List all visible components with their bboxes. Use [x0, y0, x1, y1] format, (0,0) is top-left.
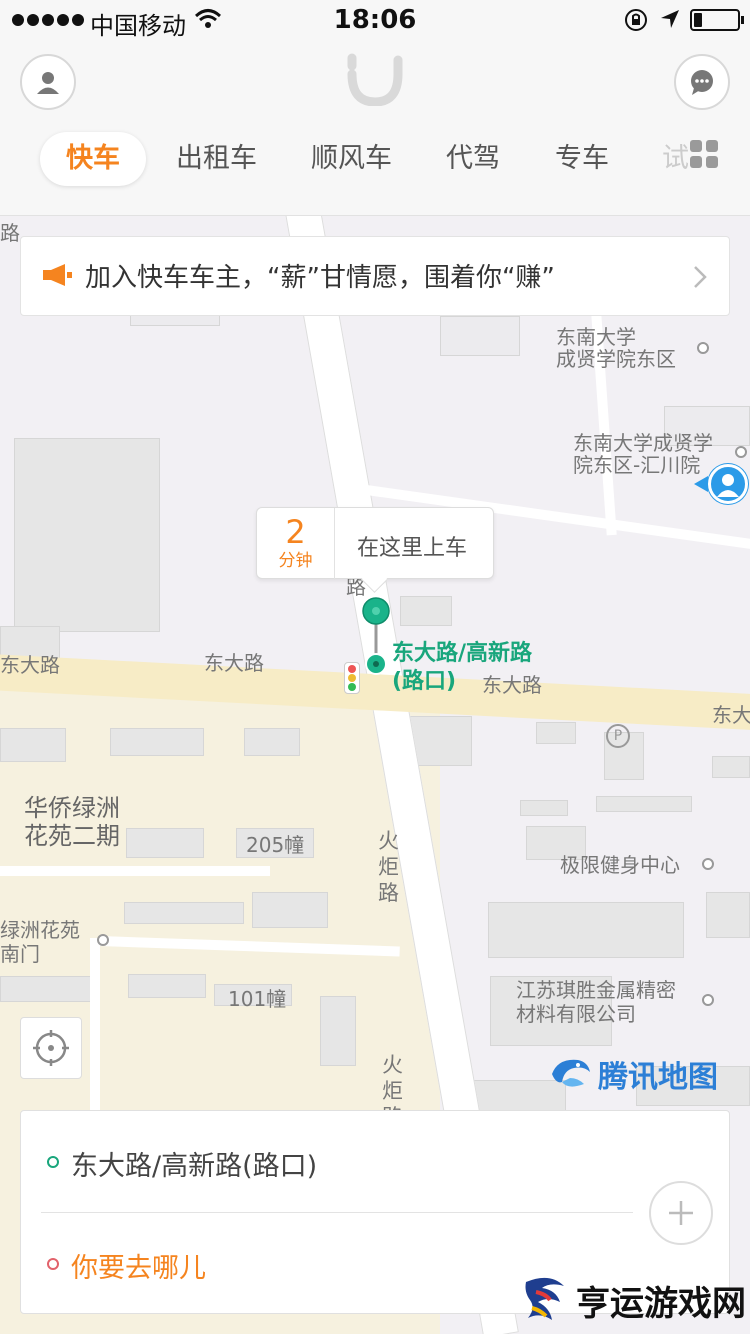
map-label-huoju-road: 火 炬 路 — [378, 829, 399, 905]
map-label-lvzhou-south: 绿洲花苑 南门 — [0, 918, 80, 966]
map-label-text: 东南大学 成贤学院东区 — [556, 325, 676, 371]
watermark-text: 亨运游戏网 — [576, 1283, 746, 1324]
tab-trial-partial[interactable]: 试 — [662, 132, 688, 186]
pickup-dot-icon — [47, 1156, 59, 1168]
map-label-road-top: 路 — [0, 221, 20, 245]
pickup-location-line2: (路口) — [392, 669, 457, 694]
eta-value: 2 — [285, 513, 306, 551]
pickup-bubble[interactable]: 2 分钟 在这里上车 — [256, 507, 494, 580]
map-label-jiangsu-qisheng: 江苏琪胜金属精密 材料有限公司 — [516, 978, 676, 1026]
eta-box: 2 分钟 — [257, 508, 335, 580]
map-building — [14, 438, 160, 632]
app-header: 快车 出租车 顺风车 代驾 专车 试 — [0, 40, 750, 216]
chevron-right-icon — [694, 266, 707, 288]
parking-icon: P — [606, 724, 630, 748]
tab-carpool[interactable]: 顺风车 — [311, 132, 392, 186]
destination-dot-icon — [47, 1258, 59, 1270]
locate-me-button[interactable] — [20, 1017, 82, 1079]
tab-premier[interactable]: 专车 — [555, 132, 609, 186]
destination-placeholder: 你要去哪儿 — [71, 1253, 206, 1284]
megaphone-icon — [43, 264, 72, 286]
pickup-location-label: 东大路/高新路 (路口) — [392, 640, 532, 696]
more-services-button[interactable] — [690, 140, 718, 168]
map-building — [706, 892, 750, 938]
map-building — [400, 596, 452, 626]
pickup-here-label: 在这里上车 — [357, 536, 468, 561]
map-label-bldg-101: 101幢 — [228, 987, 287, 1011]
profile-button[interactable] — [20, 54, 76, 110]
map-poi-dot — [702, 858, 714, 870]
traffic-light-icon — [344, 662, 360, 694]
map-building — [320, 996, 356, 1066]
map-building — [128, 974, 206, 998]
pickup-location-line1: 东大路/高新路 — [392, 641, 533, 666]
crosshair-icon — [33, 1030, 69, 1066]
messages-button[interactable] — [674, 54, 730, 110]
add-stop-button[interactable] — [649, 1181, 713, 1245]
map-building — [0, 728, 66, 762]
dragon-logo-icon — [525, 1277, 564, 1320]
map-building — [520, 800, 568, 816]
map-building — [712, 756, 750, 778]
promo-text: 加入快车车主，“薪”甘情愿，围着你“赚” — [85, 263, 555, 293]
tencent-map-bird-icon — [552, 1059, 590, 1087]
user-location-avatar-icon — [708, 464, 748, 504]
didi-logo-icon — [347, 53, 403, 106]
map-label-dongda-road: 东大路 — [204, 651, 264, 675]
pickup-field[interactable]: 东大路/高新路(路口) — [21, 1111, 641, 1211]
map-label-seu-east: 东南大学 成贤学院东区 — [556, 326, 676, 370]
eta-unit: 分钟 — [278, 551, 313, 571]
pickup-pin-icon[interactable] — [360, 596, 392, 678]
map-poi-dot — [697, 342, 709, 354]
map-building — [110, 728, 204, 756]
site-watermark: 亨运游戏网 — [520, 1272, 746, 1328]
map-building — [0, 976, 94, 1002]
user-icon — [37, 72, 59, 94]
service-tabs: 快车 出租车 顺风车 代驾 专车 试 — [0, 132, 750, 186]
map-building — [440, 316, 520, 356]
tab-express[interactable]: 快车 — [40, 132, 146, 186]
map-building — [488, 902, 684, 958]
orientation-lock-icon — [625, 9, 647, 31]
map-building — [536, 722, 576, 744]
map-building — [126, 828, 204, 858]
map-building — [124, 902, 244, 924]
user-heading-icon — [694, 476, 708, 492]
location-arrow-icon — [661, 10, 679, 28]
tab-designated-driver[interactable]: 代驾 — [446, 132, 500, 186]
battery-icon — [690, 9, 744, 31]
map-label-dongda-road: 东大路 — [0, 653, 60, 677]
status-bar: 中国移动 18:06 — [0, 0, 750, 40]
promo-banner[interactable]: 加入快车车主，“薪”甘情愿，围着你“赚” — [20, 236, 730, 316]
map-label-seu-huichuan: 东南大学成贤学 院东区-汇川院 — [573, 432, 713, 476]
map-building — [596, 796, 692, 812]
map-label-bldg-205: 205幢 — [246, 833, 305, 857]
map-building — [244, 728, 300, 756]
map-poi-dot — [97, 934, 109, 946]
map-label-fitness: 极限健身中心 — [560, 853, 680, 877]
tencent-map-text: 腾讯地图 — [598, 1060, 718, 1095]
map-poi-dot — [702, 994, 714, 1006]
plus-icon — [669, 1201, 693, 1225]
map-road-minor — [0, 866, 270, 876]
tab-taxi[interactable]: 出租车 — [176, 132, 257, 186]
map-label-huaqiao: 华侨绿洲 花苑二期 — [24, 794, 120, 850]
map-label-text: 东南大学成贤学 院东区-汇川院 — [573, 431, 713, 477]
map-label-dongda-road: 东大 — [712, 703, 750, 727]
map-poi-dot — [735, 446, 747, 458]
map-building — [252, 892, 328, 928]
chat-bubble-icon — [691, 70, 713, 95]
tencent-map-logo: 腾讯地图 — [548, 1052, 718, 1096]
pickup-address: 东大路/高新路(路口) — [71, 1151, 318, 1182]
